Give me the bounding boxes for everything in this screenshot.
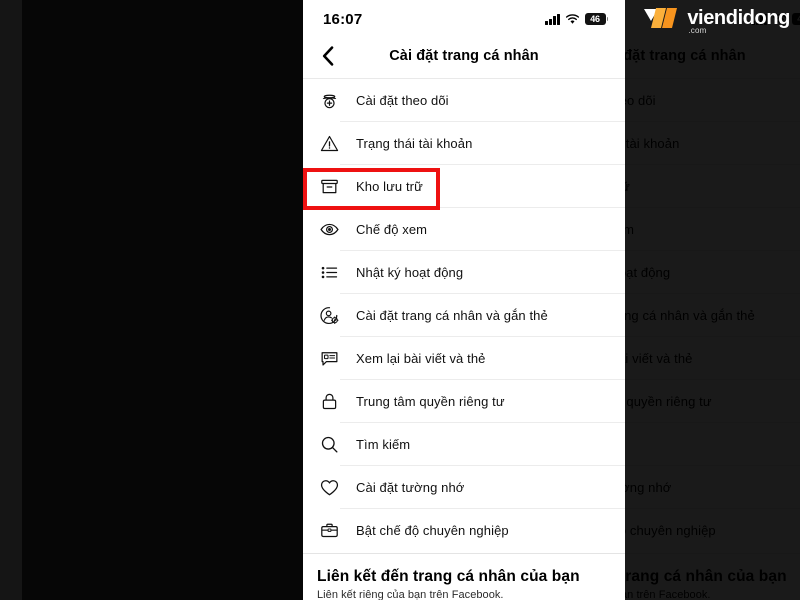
profile-link-subtitle: Liên kết riêng của bạn trên Facebook. <box>317 589 504 600</box>
menu-item-label: Xem lại bài viết và thẻ <box>625 351 693 366</box>
heart-icon <box>317 475 342 500</box>
viendidong-domain-suffix: .com <box>688 26 707 35</box>
search-icon <box>317 432 342 457</box>
battery-indicator: 46 <box>584 13 608 25</box>
menu-item-privacy-center[interactable]: Trung tâm quyền riêng tư <box>303 380 625 423</box>
menu-item-profile-tag-settings[interactable]: Cài đặt trang cá nhân và gắn thẻ <box>303 294 625 337</box>
screenshot-canvas: 16:07 46 Cài đặt trang cá nhân Cài đặt t… <box>0 0 800 600</box>
menu-item-follow-settings[interactable]: Cài đặt theo dõi <box>303 79 625 122</box>
menu-item-review-posts[interactable]: Xem lại bài viết và thẻ <box>303 337 625 380</box>
menu-item-follow-settings: Cài đặt theo dõi <box>625 79 800 122</box>
eye-icon <box>317 217 342 242</box>
activity-list-icon <box>317 260 342 285</box>
battery-indicator: 46 <box>791 13 800 25</box>
lock-icon <box>317 389 342 414</box>
viendidong-brand-text: viendidong <box>687 7 790 29</box>
menu-item-search[interactable]: Tìm kiếm <box>303 423 625 466</box>
menu-item-label: Cài đặt trang cá nhân và gắn thẻ <box>356 308 548 323</box>
viendidong-watermark: viendidong .com <box>640 4 790 35</box>
page-title: Cài đặt trang cá nhân <box>389 48 539 64</box>
wifi-icon <box>565 13 579 24</box>
menu-item-label: Cài đặt tường nhớ <box>625 480 672 495</box>
briefcase-icon <box>317 518 342 543</box>
menu-item-archive: Kho lưu trữ <box>625 165 800 208</box>
menu-item-activity-log: Nhật ký hoạt động <box>625 251 800 294</box>
menu-item-label: Chế độ xem <box>356 222 428 237</box>
phone-screen: 16:07 46 <box>625 0 800 600</box>
back-button[interactable] <box>315 43 341 69</box>
menu-item-view-mode[interactable]: Chế độ xem <box>303 208 625 251</box>
profile-link-subtitle: Liên kết riêng của bạn trên Facebook. <box>625 589 711 600</box>
battery-level-label: 46 <box>791 13 800 25</box>
menu-item-label: Trung tâm quyền riêng tư <box>356 394 505 409</box>
menu-item-label: Cài đặt theo dõi <box>356 93 449 108</box>
menu-item-label: Bật chế độ chuyên nghiệp <box>625 523 716 538</box>
menu-item-label: Trạng thái tài khoản <box>356 136 473 151</box>
menu-item-account-status[interactable]: Trạng thái tài khoản <box>303 122 625 165</box>
menu-item-review-posts: Xem lại bài viết và thẻ <box>625 337 800 380</box>
cellular-signal-icon <box>545 13 560 25</box>
menu-item-professional-mode[interactable]: Bật chế độ chuyên nghiệp <box>303 509 625 552</box>
menu-item-label: Nhật ký hoạt động <box>356 265 464 280</box>
menu-item-label: Cài đặt theo dõi <box>625 93 656 108</box>
warning-triangle-icon <box>317 131 342 156</box>
menu-item-memorial-settings[interactable]: Cài đặt tường nhớ <box>303 466 625 509</box>
menu-item-label: Cài đặt trang cá nhân và gắn thẻ <box>625 308 755 323</box>
status-indicators: 46 <box>545 9 608 25</box>
menu-item-archive[interactable]: Kho lưu trữ <box>303 165 625 208</box>
profile-link-title: Liên kết đến trang cá nhân của bạn <box>317 568 580 585</box>
section-separator <box>303 553 625 564</box>
navigation-bar: Cài đặt trang cá nhân <box>625 34 800 79</box>
status-bar: 16:07 46 <box>303 0 625 34</box>
menu-item-label: Xem lại bài viết và thẻ <box>356 351 486 366</box>
menu-item-label: Tìm kiếm <box>356 437 411 452</box>
battery-cap <box>606 17 608 21</box>
menu-item-label: Cài đặt tường nhớ <box>356 480 465 495</box>
dimmed-screen-clone: 16:07 46 <box>625 0 800 600</box>
menu-item-label: Trạng thái tài khoản <box>625 136 680 151</box>
chevron-left-icon <box>322 46 334 66</box>
menu-item-memorial-settings: Cài đặt tường nhớ <box>625 466 800 509</box>
menu-item-profile-tag-settings: Cài đặt trang cá nhân và gắn thẻ <box>625 294 800 337</box>
menu-item-account-status: Trạng thái tài khoản <box>625 122 800 165</box>
settings-menu-list: Cài đặt theo dõi Trạng thái tài khoản <box>303 79 625 552</box>
left-edge-strip <box>0 0 22 600</box>
profile-link-section: Liên kết đến trang cá nhân của bạn Liên … <box>625 564 800 600</box>
menu-item-search: Tìm kiếm <box>625 423 800 466</box>
menu-item-label: Kho lưu trữ <box>625 179 630 194</box>
dimmed-duplicate-panel: 16:07 46 <box>625 0 800 600</box>
menu-item-label: Nhật ký hoạt động <box>625 265 671 280</box>
left-background-gutter <box>0 0 303 600</box>
section-separator <box>625 553 800 564</box>
review-posts-icon <box>317 346 342 371</box>
page-title: Cài đặt trang cá nhân <box>625 48 746 64</box>
viendidong-wordmark: viendidong .com <box>687 7 790 35</box>
battery-level-label: 46 <box>584 13 606 25</box>
phone-screen: 16:07 46 <box>303 0 625 600</box>
menu-item-activity-log[interactable]: Nhật ký hoạt động <box>303 251 625 294</box>
status-time: 16:07 <box>323 10 363 28</box>
profile-link-title: Liên kết đến trang cá nhân của bạn <box>625 568 787 585</box>
profile-tag-settings-icon <box>317 303 342 328</box>
navigation-bar: Cài đặt trang cá nhân <box>303 34 625 79</box>
menu-item-label: Chế độ xem <box>625 222 635 237</box>
menu-item-label: Kho lưu trữ <box>356 179 423 194</box>
menu-item-view-mode: Chế độ xem <box>625 208 800 251</box>
viendidong-logo-icon <box>640 4 680 32</box>
settings-menu-list: Cài đặt theo dõi Trạng thái tài khoản <box>625 79 800 552</box>
profile-link-section[interactable]: Liên kết đến trang cá nhân của bạn Liên … <box>303 564 625 600</box>
menu-item-label: Trung tâm quyền riêng tư <box>625 394 712 409</box>
menu-item-privacy-center: Trung tâm quyền riêng tư <box>625 380 800 423</box>
menu-item-professional-mode: Bật chế độ chuyên nghiệp <box>625 509 800 552</box>
menu-item-label: Bật chế độ chuyên nghiệp <box>356 523 509 538</box>
follow-settings-icon <box>317 88 342 113</box>
archive-box-icon <box>317 174 342 199</box>
